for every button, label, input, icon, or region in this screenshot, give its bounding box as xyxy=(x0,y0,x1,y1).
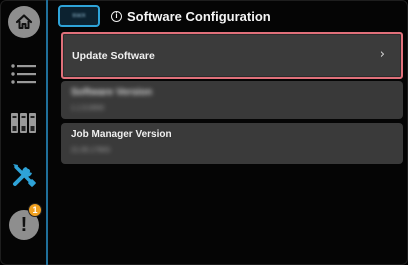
page-title: Software Configuration xyxy=(127,8,271,24)
update-software-label: Update Software xyxy=(72,50,155,62)
list-icon xyxy=(11,64,36,84)
back-button-label: Back xyxy=(72,13,86,19)
update-software-button[interactable]: Update Software › xyxy=(61,32,403,79)
software-version-row: Software Version 1.1.5.0000 xyxy=(61,81,403,119)
page-header: i Software Configuration xyxy=(111,6,271,26)
sidebar-item-tools[interactable] xyxy=(6,157,42,193)
chevron-right-icon: › xyxy=(379,47,385,62)
software-version-label: Software Version xyxy=(71,87,153,98)
tools-icon xyxy=(13,164,36,187)
home-icon xyxy=(8,6,40,38)
alert-icon: ! 1 xyxy=(9,203,42,240)
back-button[interactable]: Back xyxy=(58,5,100,27)
alert-count-badge: 1 xyxy=(28,203,42,217)
job-manager-version-value: 21.05.17903 xyxy=(71,147,110,154)
sidebar-item-list[interactable] xyxy=(6,56,42,92)
sidebar-item-alerts[interactable]: ! 1 xyxy=(6,203,42,243)
binders-icon xyxy=(11,113,36,133)
software-version-value: 1.1.5.0000 xyxy=(71,105,105,112)
sidebar-item-home[interactable] xyxy=(6,4,42,40)
info-icon: i xyxy=(111,10,122,22)
sidebar: ! 1 xyxy=(0,0,48,265)
job-manager-version-row: Job Manager Version 21.05.17903 xyxy=(61,123,403,164)
job-manager-version-label: Job Manager Version xyxy=(71,129,172,140)
sidebar-item-binders[interactable] xyxy=(6,105,42,141)
